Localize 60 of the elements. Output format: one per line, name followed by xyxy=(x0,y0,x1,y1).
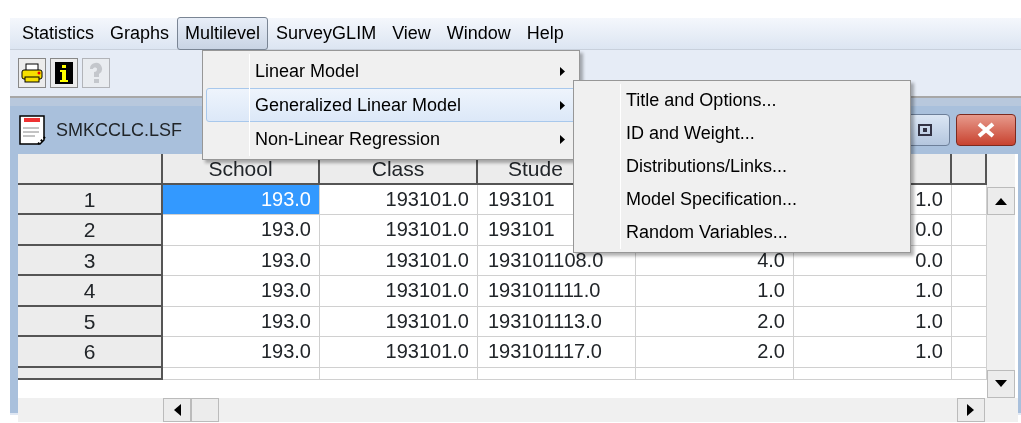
row-header: 4 xyxy=(18,276,163,307)
table-cell[interactable]: 193101.0 xyxy=(320,337,478,368)
table-cell[interactable]: 193101111.0 xyxy=(478,276,636,307)
table-cell[interactable]: 193.0 xyxy=(163,245,320,276)
table-cell[interactable]: 1.0 xyxy=(794,306,952,337)
window-title: SMKCCLC.LSF xyxy=(56,118,183,142)
table-cell[interactable]: 193101.0 xyxy=(320,215,478,246)
document-icon xyxy=(18,114,48,146)
table-cell[interactable]: 193.0 xyxy=(163,337,320,368)
table-cell[interactable]: 2.0 xyxy=(636,337,794,368)
menu-item[interactable]: Window xyxy=(438,17,519,50)
left-arrow-icon xyxy=(173,404,181,416)
down-arrow-icon xyxy=(995,380,1007,388)
table-cell[interactable]: 1.0 xyxy=(794,276,952,307)
row-header: 5 xyxy=(18,306,163,337)
menu-item[interactable]: Graphs xyxy=(102,17,178,50)
table-cell[interactable]: 193101.0 xyxy=(320,245,478,276)
table-cell[interactable]: 1.0 xyxy=(794,337,952,368)
table-cell xyxy=(952,337,987,368)
table-cell xyxy=(952,276,987,307)
table-cell[interactable]: 193.0 xyxy=(163,276,320,307)
menu-item[interactable]: Multilevel xyxy=(177,17,269,50)
table-cell[interactable]: 193101117.0 xyxy=(478,337,636,368)
menu-item[interactable]: Statistics xyxy=(14,17,103,50)
row-header: 1 xyxy=(18,184,163,215)
table-cell[interactable]: 193101.0 xyxy=(320,184,478,215)
scroll-up-button[interactable] xyxy=(987,187,1015,215)
menu-item[interactable]: Title and Options... xyxy=(577,84,907,117)
menu-item[interactable]: Help xyxy=(518,17,572,50)
row-header: 2 xyxy=(18,215,163,246)
table-cell[interactable]: 193.0 xyxy=(163,215,320,246)
submenu-arrow-icon xyxy=(560,66,565,76)
submenu-arrow-icon xyxy=(560,100,565,110)
menu-item[interactable]: Generalized Linear Model xyxy=(206,88,576,122)
table-cell[interactable]: 193101.0 xyxy=(320,276,478,307)
printer-icon[interactable] xyxy=(18,58,46,88)
menu-item[interactable]: ID and Weight... xyxy=(577,117,907,150)
info-icon[interactable] xyxy=(50,58,78,88)
scroll-down-button[interactable] xyxy=(987,370,1015,398)
close-button[interactable] xyxy=(956,114,1016,146)
scroll-right-button[interactable] xyxy=(957,398,985,422)
up-arrow-icon xyxy=(995,197,1007,205)
row-header: 3 xyxy=(18,245,163,276)
close-icon xyxy=(976,122,996,138)
row-header: 6 xyxy=(18,337,163,368)
menu-item[interactable]: SurveyGLIM xyxy=(268,17,385,50)
scrollbar-thumb[interactable] xyxy=(191,398,219,422)
table-cell[interactable]: 193101.0 xyxy=(320,306,478,337)
table-cell[interactable]: 193.0 xyxy=(163,306,320,337)
table-cell[interactable]: 193101113.0 xyxy=(478,306,636,337)
right-arrow-icon xyxy=(967,404,975,416)
submenu-arrow-icon xyxy=(560,134,565,144)
table-cell xyxy=(952,306,987,337)
scroll-left-button[interactable] xyxy=(163,398,191,422)
table-cell xyxy=(952,245,987,276)
menu-item[interactable]: Non-Linear Regression xyxy=(206,122,576,156)
table-cell[interactable]: 1.0 xyxy=(636,276,794,307)
table-cell[interactable]: 2.0 xyxy=(636,306,794,337)
restore-icon xyxy=(918,124,932,136)
menu-item[interactable]: View xyxy=(384,17,439,50)
